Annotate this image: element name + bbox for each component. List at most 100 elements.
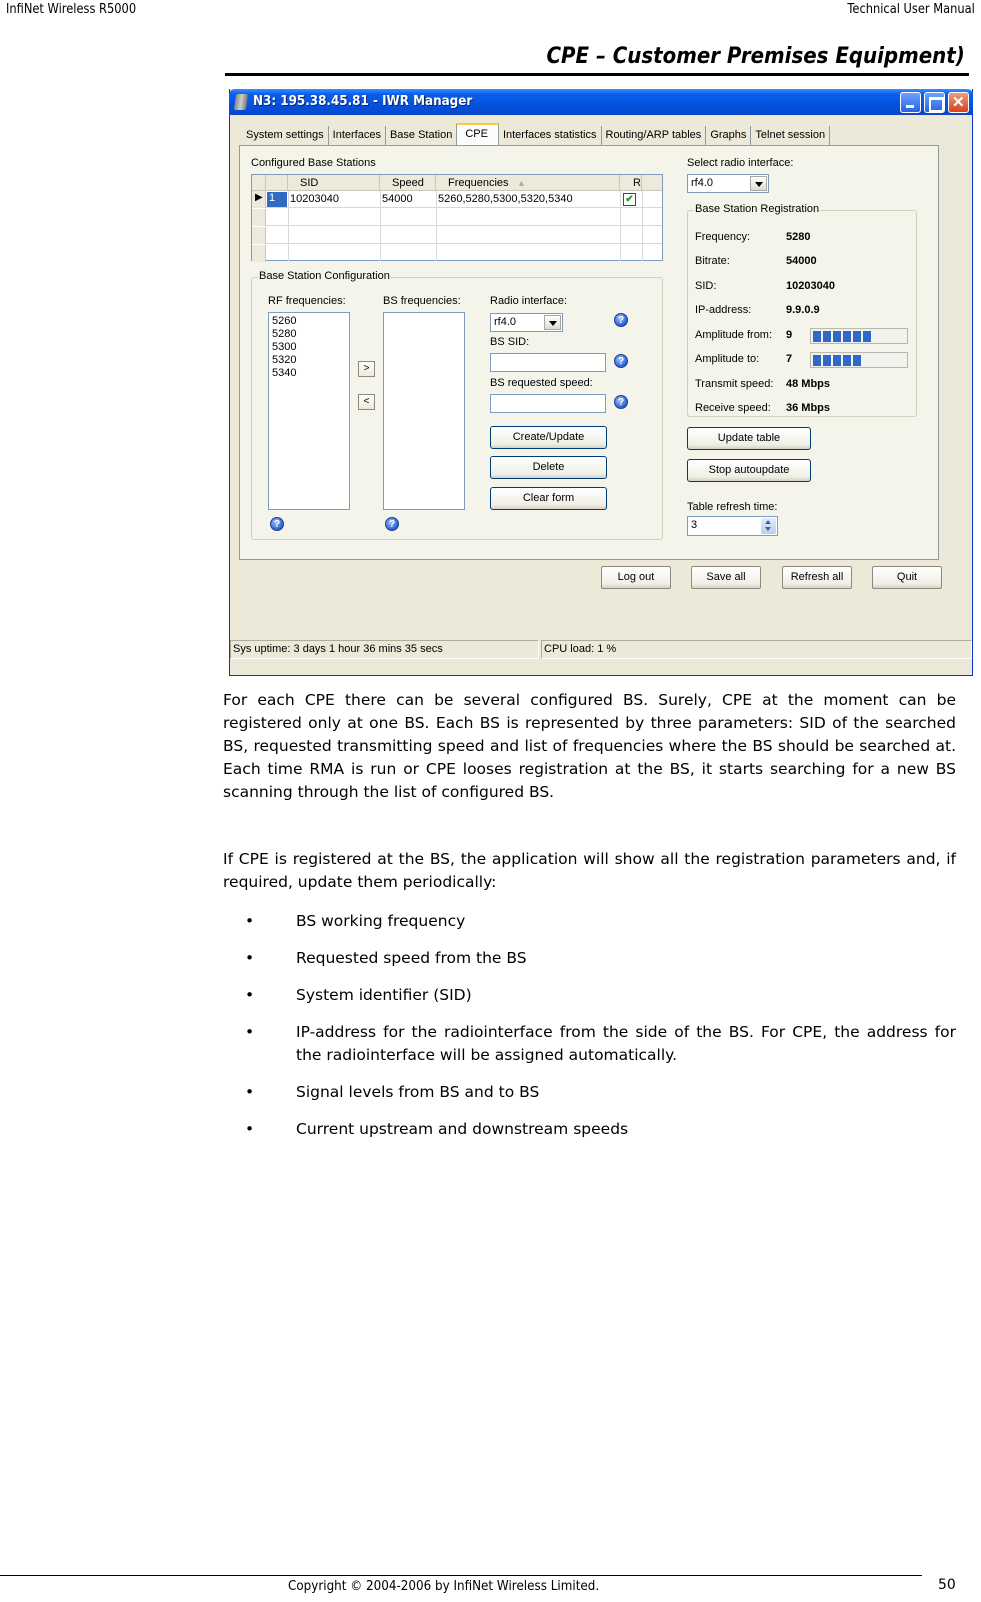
cpu-load: CPU load: 1 % [541,640,972,659]
list-item: • System identifier (SID) [223,984,956,1007]
tab-system-settings[interactable]: System settings [242,126,329,145]
tab-telnet-session[interactable]: Telnet session [751,126,831,145]
bullet-icon: • [245,912,255,930]
refresh-time-label: Table refresh time: [687,501,778,513]
configured-bs-label: Configured Base Stations [251,157,376,169]
select-radio-value: rf4.0 [691,177,714,189]
rf-frequencies-list[interactable]: 5260 5280 5300 5320 5340 [268,312,350,510]
bar-segment [863,331,871,342]
bs-sid-label: BS SID: [490,336,530,348]
tab-routing-arp[interactable]: Routing/ARP tables [602,126,707,145]
sid-label: SID: [695,280,717,292]
tab-cpe[interactable]: CPE [456,123,499,145]
bs-sid-input[interactable] [490,353,606,372]
page-number: 50 [938,1577,956,1593]
tab-graphs[interactable]: Graphs [706,126,752,145]
bullet-text: IP-address for the radiointerface from t… [296,1023,956,1064]
save-all-button[interactable]: Save all [691,566,761,589]
spin-updown-icon[interactable] [761,518,776,534]
bar-segment [813,331,821,342]
registered-checkbox[interactable]: ✔ [623,193,636,206]
paragraph-2: If CPE is registered at the BS, the appl… [223,850,956,891]
window-title: N3: 195.38.45.81 - IWR Manager [253,94,473,109]
bitrate-label: Bitrate: [695,255,730,267]
bullet-text: Current upstream and downstream speeds [296,1120,629,1138]
rx-label: Receive speed: [695,402,771,414]
bs-config-title: Base Station Configuration [258,270,391,282]
quit-button[interactable]: Quit [872,566,942,589]
help-icon[interactable]: ? [385,517,399,531]
bs-frequencies-label: BS frequencies: [383,295,461,307]
registration-params-list: • BS working frequency • Requested speed f… [223,910,956,1155]
clear-form-button[interactable]: Clear form [490,487,607,510]
refresh-time-value: 3 [691,519,698,531]
help-icon[interactable]: ? [614,395,628,409]
tab-interfaces-statistics[interactable]: Interfaces statistics [499,126,602,145]
bullet-icon: • [245,1083,255,1101]
cell-sid: 10203040 [290,193,339,205]
cell-speed: 54000 [382,193,413,205]
list-item[interactable]: 5260 [272,315,346,328]
create-update-button[interactable]: Create/Update [490,426,607,449]
footer-copyright: Copyright © 2004-2006 by InfiNet Wireles… [288,1579,600,1594]
sys-uptime: Sys uptime: 3 days 1 hour 36 mins 35 sec… [230,640,539,659]
list-item[interactable]: 5300 [272,341,346,354]
bullet-icon: • [245,986,255,1004]
help-icon[interactable]: ? [614,354,628,368]
list-item[interactable]: 5340 [272,367,346,380]
table-row-empty [252,209,662,226]
list-item[interactable]: 5320 [272,354,346,367]
title-bar[interactable]: N3: 195.38.45.81 - IWR Manager [229,89,973,115]
refresh-time-spinner[interactable]: 3 [687,516,778,536]
rx-value: 36 Mbps [786,402,831,414]
header-product: InfiNet Wireless R5000 [6,2,137,17]
add-frequency-button[interactable]: > [358,361,375,377]
amp-from-value: 9 [786,329,793,341]
refresh-all-button[interactable]: Refresh all [782,566,852,589]
bs-frequencies-list[interactable] [383,312,465,510]
delete-button[interactable]: Delete [490,456,607,479]
tx-value: 48 Mbps [786,378,831,390]
log-out-button[interactable]: Log out [601,566,671,589]
tab-strip: System settings Interfaces Base Station … [242,123,831,146]
list-item[interactable]: 5280 [272,328,346,341]
chevron-down-icon[interactable] [750,176,767,191]
minimize-button[interactable] [900,92,921,113]
bullet-text: Signal levels from BS and to BS [296,1083,540,1101]
help-icon[interactable]: ? [270,517,284,531]
frequency-value: 5280 [786,231,811,243]
bullet-icon: • [245,1023,255,1041]
tab-interfaces[interactable]: Interfaces [329,126,386,145]
remove-frequency-button[interactable]: < [358,394,375,410]
current-row-icon: ▶ [255,192,263,203]
bullet-text: Requested speed from the BS [296,949,527,967]
tab-base-station[interactable]: Base Station [386,126,456,145]
table-row-empty [252,227,662,244]
select-radio-interface[interactable]: rf4.0 [687,174,769,193]
bullet-text: System identifier (SID) [296,986,472,1004]
stop-autoupdate-button[interactable]: Stop autoupdate [687,459,811,482]
radio-interface-select[interactable]: rf4.0 [490,313,563,332]
grid-header: SID Speed Frequencies ▲ R [252,175,662,191]
list-item: • Signal levels from BS and to BS [223,1081,956,1104]
help-icon[interactable]: ? [614,313,628,327]
app-icon [233,94,249,110]
maximize-button[interactable] [924,92,945,113]
update-table-button[interactable]: Update table [687,427,811,450]
list-item: • Current upstream and downstream speeds [223,1118,956,1141]
sid-value: 10203040 [786,280,835,292]
table-row[interactable]: ▶ 1 10203040 54000 5260,5280,5300,5320,5… [252,191,662,208]
bar-segment [813,355,821,366]
bullet-text: BS working frequency [296,912,466,930]
close-button[interactable] [948,92,969,113]
amp-to-bar [810,352,908,368]
table-row-empty [252,245,662,262]
amp-from-bar [810,328,908,344]
paragraph-1: For each CPE there can be several config… [223,691,956,801]
ip-label: IP-address: [695,304,752,316]
bs-speed-input[interactable] [490,394,606,413]
amp-to-label: Amplitude to: [695,353,760,365]
chevron-down-icon[interactable] [544,315,561,330]
section-title: CPE – Customer Premises Equipment) [546,44,965,69]
bar-segment [823,355,831,366]
